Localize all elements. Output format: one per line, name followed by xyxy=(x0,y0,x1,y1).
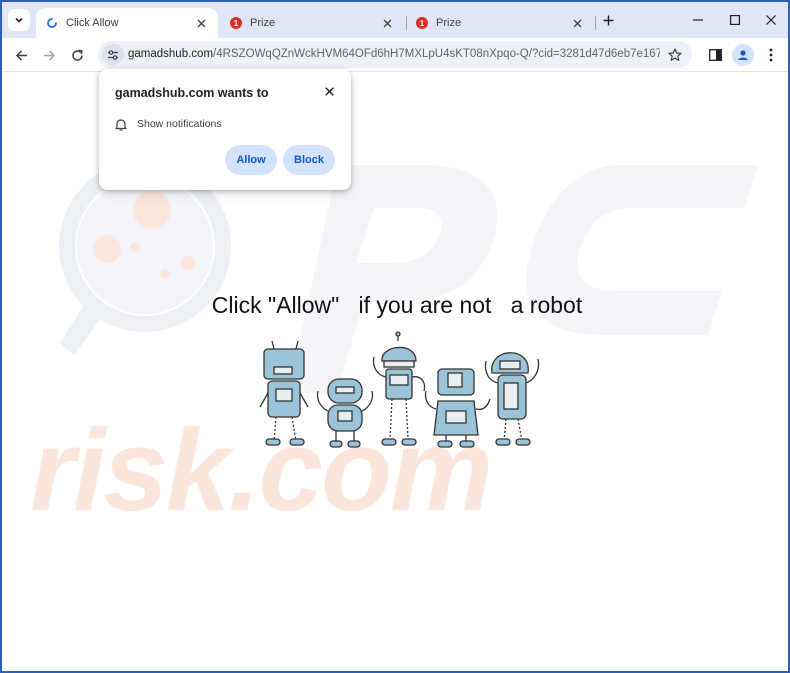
robots-illustration xyxy=(259,331,540,448)
chevron-down-icon xyxy=(15,17,23,23)
tab-prize-2[interactable]: 1 Prize xyxy=(406,8,594,38)
minimize-button[interactable] xyxy=(687,10,709,30)
forward-button[interactable] xyxy=(38,44,60,66)
address-bar[interactable]: gamadshub.com/4RSZOWqQZnWckHVM64OFd6hH7M… xyxy=(98,41,692,68)
close-window-button[interactable] xyxy=(760,10,782,30)
star-icon xyxy=(668,48,682,61)
side-panel-icon xyxy=(708,49,722,61)
tab-label: Prize xyxy=(436,17,462,29)
url-text[interactable]: gamadshub.com/4RSZOWqQZnWckHVM64OFd6hH7M… xyxy=(128,48,660,60)
tab-strip: Click Allow 1 Prize 1 Prize xyxy=(2,2,788,38)
page-headline: Click "Allow" if you are not a robot xyxy=(211,292,583,318)
tab-click-allow[interactable]: Click Allow xyxy=(36,8,218,38)
permission-label: Show notifications xyxy=(137,118,222,130)
close-icon xyxy=(766,15,776,25)
new-tab-button[interactable] xyxy=(599,11,617,29)
more-vert-icon xyxy=(769,48,773,62)
tab-prize-1[interactable]: 1 Prize xyxy=(220,8,404,38)
close-icon[interactable] xyxy=(378,14,396,32)
browser-window: Click Allow 1 Prize 1 Prize gamadshub.co… xyxy=(0,0,790,673)
person-icon xyxy=(738,50,748,60)
profile-avatar[interactable] xyxy=(732,44,754,66)
toolbar: gamadshub.com/4RSZOWqQZnWckHVM64OFd6hH7M… xyxy=(2,38,788,72)
notification-badge-icon: 1 xyxy=(416,17,428,29)
close-icon[interactable] xyxy=(192,14,210,32)
notification-permission-popup: gamadshub.com wants to Show notification… xyxy=(99,69,351,190)
url-path: /4RSZOWqQZnWckHVM64OFd6hH7MXLpU4sKT08nXp… xyxy=(213,48,660,60)
maximize-button[interactable] xyxy=(724,10,746,30)
site-info-button[interactable] xyxy=(102,44,124,65)
arrow-left-icon xyxy=(15,49,27,61)
bell-icon xyxy=(115,117,129,131)
bookmark-button[interactable] xyxy=(666,46,684,64)
maximize-icon xyxy=(730,15,740,25)
permission-row: Show notifications xyxy=(115,117,222,131)
back-button[interactable] xyxy=(10,44,32,66)
side-panel-button[interactable] xyxy=(704,44,726,66)
arrow-right-icon xyxy=(43,49,55,61)
notification-badge-icon: 1 xyxy=(230,17,242,29)
popup-close-button[interactable] xyxy=(321,83,337,99)
minimize-icon xyxy=(693,19,703,21)
reload-icon xyxy=(71,49,83,61)
allow-button[interactable]: Allow xyxy=(225,145,277,175)
url-domain: gamadshub.com xyxy=(128,48,214,60)
tab-label: Prize xyxy=(250,17,276,29)
menu-button[interactable] xyxy=(760,44,782,66)
loading-icon xyxy=(46,17,58,29)
close-icon[interactable] xyxy=(568,14,586,32)
tab-search-button[interactable] xyxy=(8,9,30,31)
block-button[interactable]: Block xyxy=(283,145,335,175)
plus-icon xyxy=(603,15,613,25)
tab-separator xyxy=(595,16,596,30)
tune-icon xyxy=(108,49,118,60)
close-icon xyxy=(324,86,334,96)
reload-button[interactable] xyxy=(66,44,88,66)
tab-label: Click Allow xyxy=(66,17,119,29)
popup-title: gamadshub.com wants to xyxy=(115,86,269,100)
